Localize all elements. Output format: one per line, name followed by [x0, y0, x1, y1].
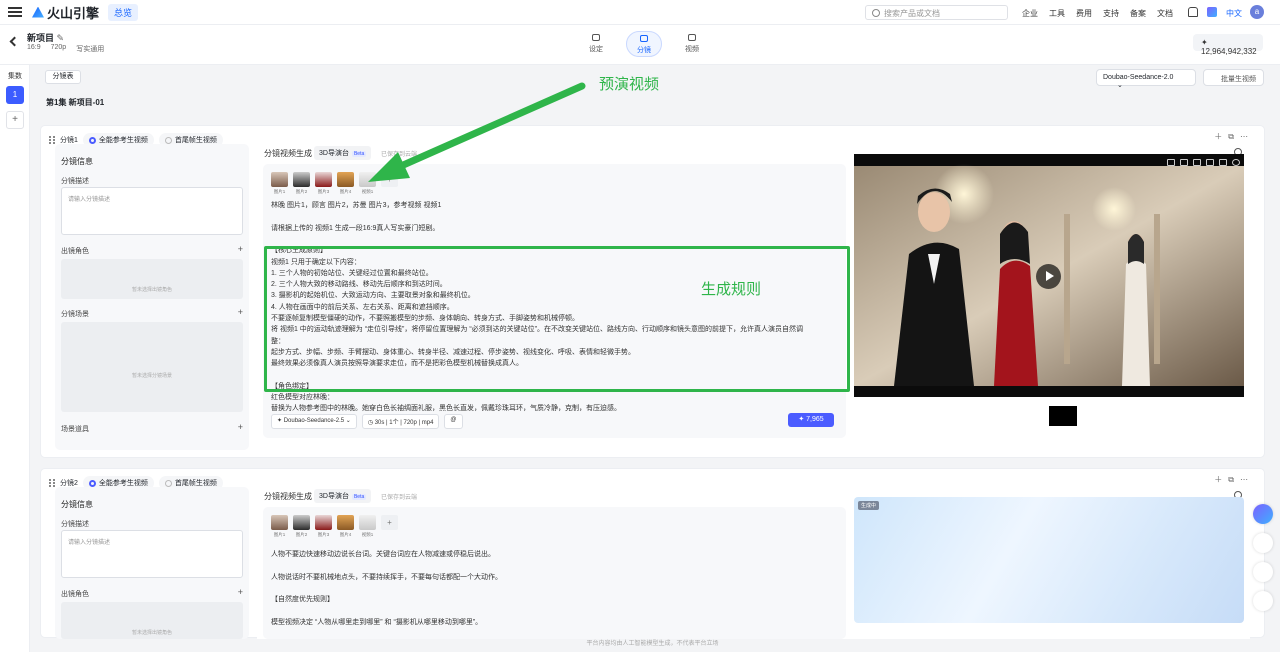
- ai-assistant-float-icon[interactable]: [1253, 504, 1273, 524]
- annotation-rules: 生成规则: [701, 281, 762, 298]
- annotation-preview-video: 预演视频: [599, 76, 660, 93]
- guide-float-icon[interactable]: [1253, 562, 1273, 582]
- footer-disclaimer: 平台内容均由人工智能模型生成，不代表平台立场: [586, 641, 719, 647]
- history-float-icon[interactable]: [1253, 533, 1273, 553]
- expand-float-icon[interactable]: [1253, 591, 1273, 611]
- rules-highlight-box: [264, 246, 850, 392]
